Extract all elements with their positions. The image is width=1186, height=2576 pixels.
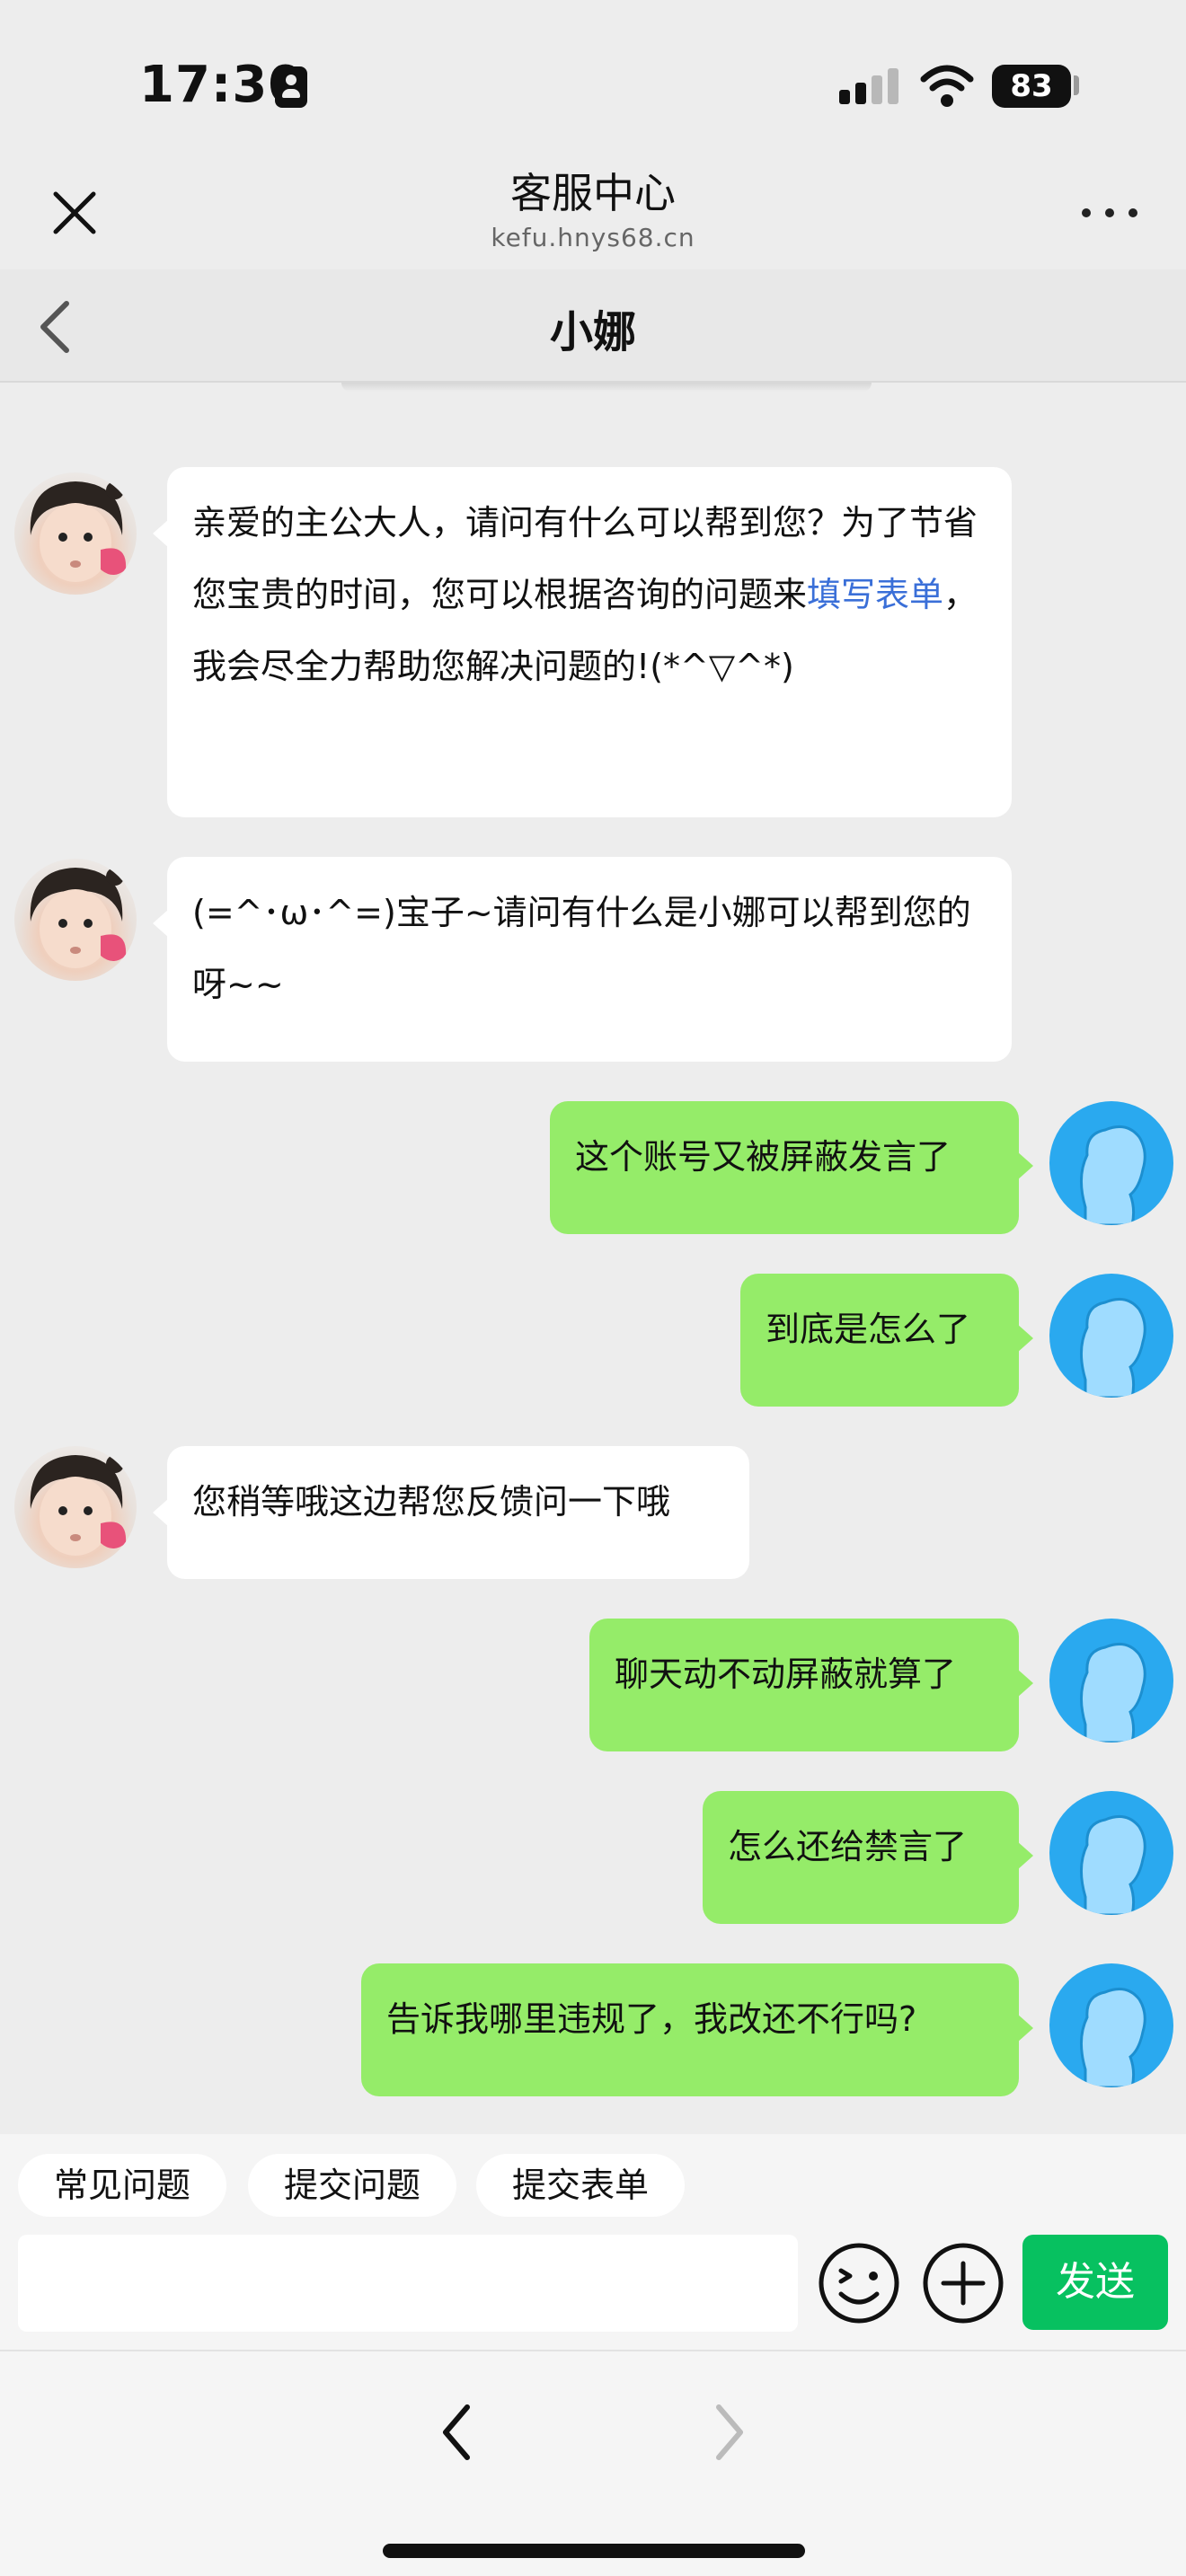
submit-form-chip[interactable]: 提交表单 xyxy=(476,2154,686,2217)
user-message-bubble: 聊天动不动屏蔽就算了 xyxy=(589,1619,1033,1751)
message-list[interactable]: 亲爱的主公大人，请问有什么可以帮到您？为了节省您宝贵的时间，您可以根据咨询的问题… xyxy=(0,392,1186,2134)
composer-area: 常见问题 提交问题 提交表单 发送 xyxy=(0,2134,1186,2350)
status-bar: 17:30 83 xyxy=(0,0,1186,153)
home-indicator xyxy=(383,2544,805,2558)
chevron-left-icon[interactable] xyxy=(32,298,79,356)
chat-header: 小娜 xyxy=(0,269,1186,383)
battery-cap xyxy=(1074,75,1079,95)
submit-question-chip[interactable]: 提交问题 xyxy=(248,2154,457,2217)
browser-toolbar xyxy=(0,2350,1186,2576)
agent-avatar[interactable] xyxy=(14,472,137,595)
user-avatar[interactable] xyxy=(1049,1619,1173,1742)
wifi-icon xyxy=(920,65,974,107)
close-icon[interactable] xyxy=(45,183,104,243)
page-title: 客服中心 xyxy=(510,169,676,217)
user-message-bubble: 这个账号又被屏蔽发言了 xyxy=(550,1101,1033,1234)
browser-nav-bar: 客服中心 kefu.hnys68.cn xyxy=(0,153,1186,269)
user-avatar[interactable] xyxy=(1049,1791,1173,1915)
cellular-signal-icon xyxy=(839,68,900,104)
faq-chip[interactable]: 常见问题 xyxy=(18,2154,227,2217)
user-avatar[interactable] xyxy=(1049,1963,1173,2087)
send-button[interactable]: 发送 xyxy=(1022,2235,1168,2330)
agent-avatar[interactable] xyxy=(14,859,137,981)
chat-title: 小娜 xyxy=(549,307,636,357)
chevron-right-icon[interactable] xyxy=(703,2396,757,2468)
chevron-left-icon[interactable] xyxy=(429,2396,483,2468)
emoji-icon[interactable] xyxy=(814,2238,904,2328)
agent-avatar[interactable] xyxy=(14,1446,137,1568)
plus-circle-icon[interactable] xyxy=(918,2238,1008,2328)
agent-message-bubble: 您稍等哦这边帮您反馈问一下哦 xyxy=(153,1446,749,1579)
more-icon[interactable] xyxy=(1075,199,1146,226)
fill-form-link[interactable]: 填写表单 xyxy=(807,575,943,614)
user-avatar[interactable] xyxy=(1049,1274,1173,1398)
battery-indicator: 83 xyxy=(992,65,1071,108)
user-message-bubble: 到底是怎么了 xyxy=(740,1274,1033,1407)
user-message-bubble: 告诉我哪里违规了，我改还不行吗? xyxy=(361,1963,1033,2096)
header-shadow xyxy=(341,383,872,392)
message-input[interactable] xyxy=(18,2235,798,2332)
user-message-bubble: 怎么还给禁言了 xyxy=(703,1791,1033,1924)
contact-card-icon xyxy=(275,66,307,108)
agent-message-bubble: 亲爱的主公大人，请问有什么可以帮到您？为了节省您宝贵的时间，您可以根据咨询的问题… xyxy=(153,467,1012,817)
user-avatar[interactable] xyxy=(1049,1101,1173,1225)
agent-message-bubble: (=^･ω･^=)宝子~请问有什么是小娜可以帮到您的呀~~ xyxy=(153,857,1012,1062)
page-title-block: 客服中心 kefu.hnys68.cn xyxy=(323,165,863,255)
page-url: kefu.hnys68.cn xyxy=(491,223,695,252)
